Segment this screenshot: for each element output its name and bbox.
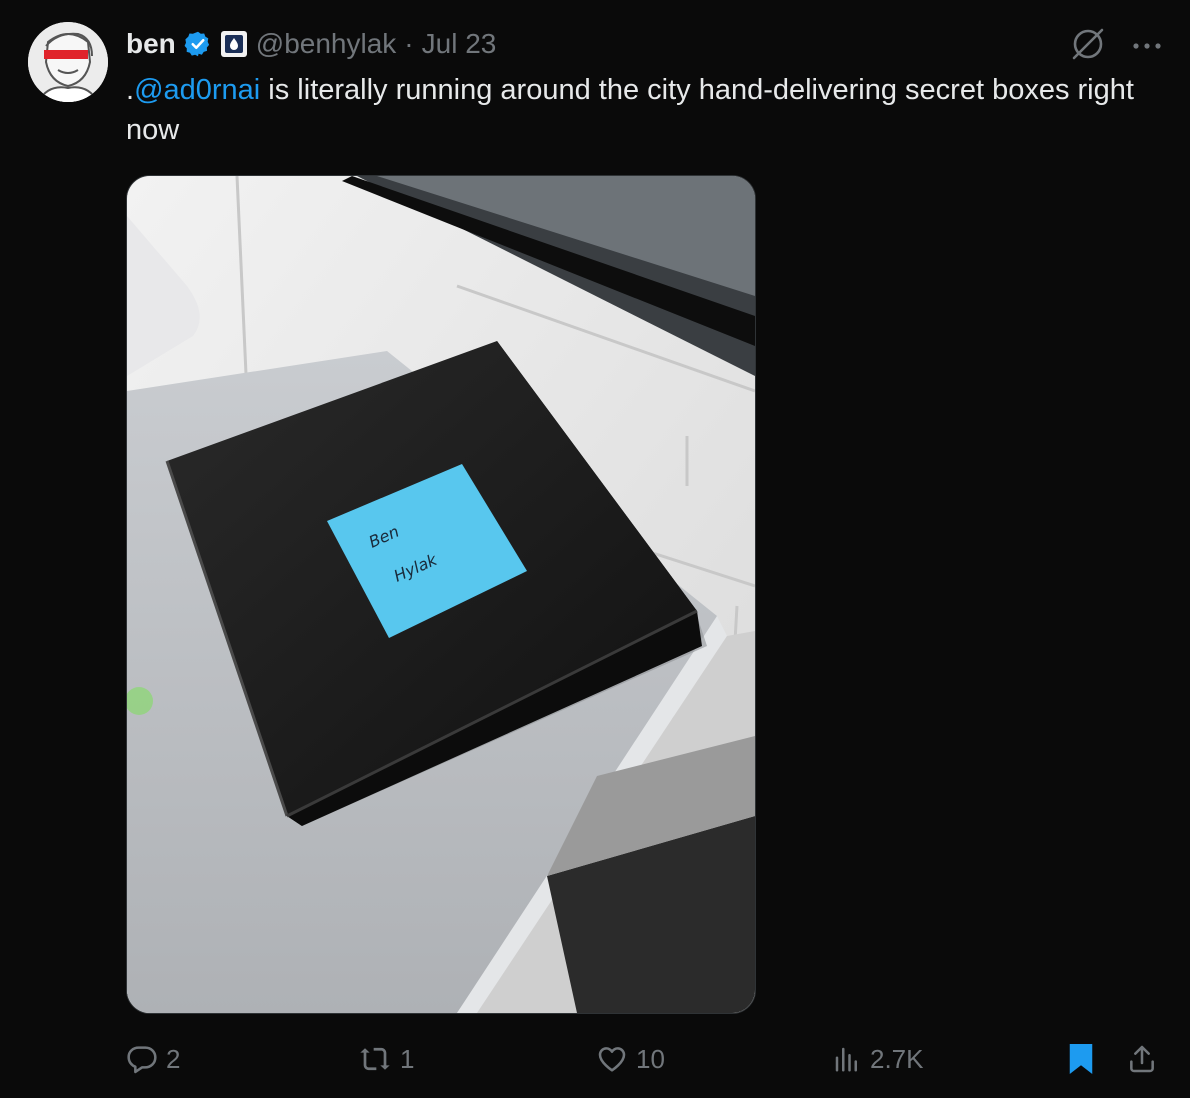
reply-icon — [126, 1043, 158, 1075]
reply-button[interactable]: 2 — [126, 1036, 180, 1082]
tweet-date[interactable]: Jul 23 — [422, 28, 497, 60]
repost-count: 1 — [400, 1043, 415, 1074]
grok-icon[interactable] — [1070, 26, 1106, 67]
repost-icon — [358, 1043, 392, 1075]
tweet-text: .@ad0rnai is literally running around th… — [126, 70, 1156, 150]
share-icon — [1126, 1043, 1158, 1075]
affiliate-badge-icon[interactable] — [220, 30, 248, 58]
mention-link[interactable]: @ad0rnai — [134, 74, 260, 106]
top-right-actions — [1070, 26, 1162, 67]
like-count: 10 — [636, 1043, 665, 1074]
separator: · — [404, 28, 414, 59]
avatar[interactable] — [28, 22, 108, 102]
views-button[interactable]: 2.7K — [832, 1036, 924, 1082]
like-icon — [596, 1043, 628, 1075]
bookmark-icon — [1066, 1041, 1096, 1077]
tweet-body: is literally running around the city han… — [126, 74, 1134, 146]
reply-count: 2 — [166, 1043, 181, 1074]
tweet-prefix: . — [126, 74, 135, 106]
like-button[interactable]: 10 — [596, 1036, 665, 1082]
author-name[interactable]: ben — [126, 28, 176, 60]
tweet-header: ben @benhylak · Jul 23 — [126, 24, 496, 64]
tweet-photo[interactable]: Ben Hylak — [126, 175, 756, 1014]
share-button[interactable] — [1126, 1036, 1158, 1082]
more-icon[interactable] — [1132, 38, 1162, 56]
repost-button[interactable]: 1 — [358, 1036, 414, 1082]
verified-badge-icon — [184, 30, 212, 58]
views-count: 2.7K — [870, 1043, 924, 1074]
author-handle[interactable]: @benhylak — [256, 28, 397, 60]
views-icon — [832, 1043, 862, 1075]
tweet-actions: 2 1 10 2.7K — [126, 1036, 1162, 1082]
bookmark-button[interactable] — [1066, 1036, 1096, 1082]
